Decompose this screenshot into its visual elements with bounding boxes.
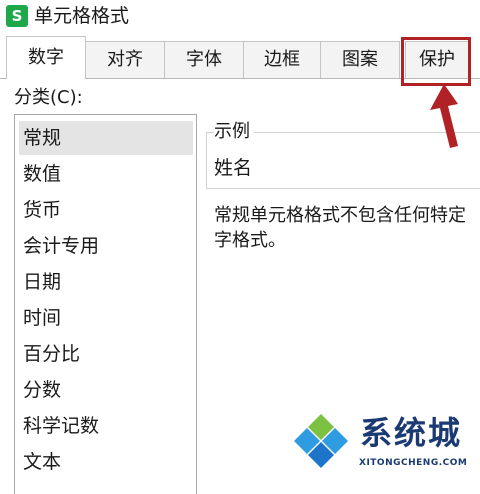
category-item-currency[interactable]: 货币	[19, 193, 193, 227]
wps-spreadsheet-icon: S	[6, 5, 28, 27]
watermark-text: 系统城	[360, 414, 463, 452]
tab-patterns[interactable]: 图案	[320, 41, 400, 78]
tab-font[interactable]: 字体	[164, 41, 244, 78]
category-item-date[interactable]: 日期	[19, 265, 193, 299]
sample-legend: 示例	[214, 120, 254, 144]
category-item-fraction[interactable]: 分数	[19, 373, 193, 407]
tab-number[interactable]: 数字	[6, 36, 86, 79]
sample-divider	[206, 188, 480, 189]
format-description-line: 字格式。	[214, 230, 286, 251]
dialog-title: 单元格格式	[34, 5, 130, 27]
tab-protection[interactable]: 保护	[405, 41, 469, 78]
tab-alignment[interactable]: 对齐	[85, 41, 165, 78]
category-item-accounting[interactable]: 会计专用	[19, 229, 193, 263]
format-description: 常规单元格格式不包含任何特定 字格式。	[214, 203, 480, 253]
category-item-text[interactable]: 文本	[19, 445, 193, 479]
title-bar: S 单元格格式	[0, 0, 480, 32]
watermark-url: XITONGCHENG.COM	[359, 458, 468, 468]
category-item-general[interactable]: 常规	[19, 121, 193, 155]
category-item-percentage[interactable]: 百分比	[19, 337, 193, 371]
category-item-number[interactable]: 数值	[19, 157, 193, 191]
category-list[interactable]: 常规 数值 货币 会计专用 日期 时间 百分比 分数 科学记数 文本	[14, 114, 197, 494]
tab-border[interactable]: 边框	[243, 41, 321, 78]
category-label: 分类(C):	[14, 87, 83, 108]
format-description-line: 常规单元格格式不包含任何特定	[214, 205, 466, 226]
category-item-time[interactable]: 时间	[19, 301, 193, 335]
watermark-logo-icon	[294, 414, 348, 468]
sample-value: 姓名	[214, 157, 253, 179]
category-item-scientific[interactable]: 科学记数	[19, 409, 193, 443]
annotation-arrow-icon	[430, 84, 458, 148]
